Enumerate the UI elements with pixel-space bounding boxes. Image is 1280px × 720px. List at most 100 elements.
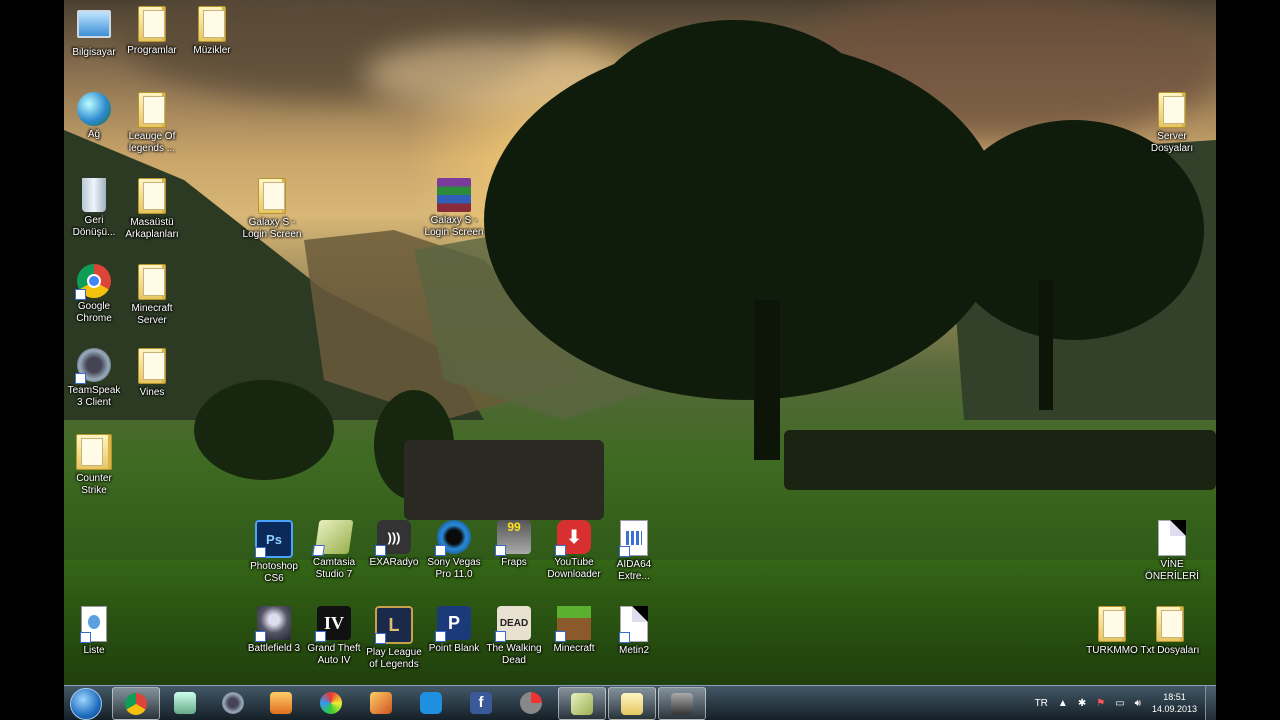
desktop-icon-bilgisayar[interactable]: Bilgisayar [64, 6, 124, 59]
clock-date: 14.09.2013 [1151, 704, 1197, 714]
desktop-icon-aida64[interactable]: AIDA64 Extre... [604, 520, 664, 583]
tray-app-icon[interactable]: ✱ [1078, 698, 1086, 709]
wallpaper-tree [584, 20, 884, 240]
teamspeak-icon [75, 348, 111, 384]
icon-label: Counter Strike [76, 473, 112, 496]
icon-label: EXARadyo [369, 557, 419, 568]
desktop-icon-counter-strike[interactable]: Counter Strike [64, 434, 124, 497]
system-tray: TR ▲ ✱ ⚑ ▭ 🔊︎ 18:51 14.09.2013 [1030, 686, 1216, 720]
app-icon [520, 691, 542, 714]
download-arrow-icon: ⬇ [555, 520, 591, 556]
sony-vegas-icon [435, 520, 471, 556]
desktop-icon-ag[interactable]: Ağ [64, 92, 124, 141]
recycle-bin-icon [82, 178, 106, 212]
desktop-icon-minecraft[interactable]: Minecraft [544, 606, 604, 655]
icon-label: Galaxy S - Login Screen [424, 215, 484, 238]
show-hidden-icons-arrow-icon[interactable]: ▲ [1058, 698, 1068, 709]
taskbar-app3-button[interactable] [658, 687, 706, 720]
teamspeak-icon [222, 691, 244, 714]
desktop-icon-liste[interactable]: Liste [64, 606, 124, 657]
battlefield-icon [255, 606, 291, 642]
desktop-icon-fraps[interactable]: 99 Fraps [484, 520, 544, 569]
taskbar-app2-button[interactable] [508, 687, 554, 718]
desktop-icon-walking-dead[interactable]: DEAD The Walking Dead [484, 606, 544, 667]
network-icon[interactable]: ▭ [1115, 698, 1124, 709]
minecraft-grass-block-icon [555, 606, 591, 642]
desktop-icon-recycle-bin[interactable]: Geri Dönüşü... [64, 178, 124, 239]
folder-icon [138, 264, 166, 300]
desktop-icon-muzikler[interactable]: Müzikler [182, 6, 242, 57]
folder-icon [1098, 606, 1126, 642]
app-icon [671, 692, 693, 715]
desktop-icon-play-league[interactable]: L Play League of Legends [364, 606, 424, 671]
camtasia-icon [571, 692, 593, 715]
icon-label: Fraps [501, 557, 527, 568]
camtasia-icon [314, 520, 354, 554]
show-desktop-button[interactable] [1205, 686, 1216, 720]
taskbar-camtasia-button[interactable] [558, 687, 606, 720]
taskbar-app-button[interactable] [358, 687, 404, 718]
icon-label: AIDA64 Extre... [616, 559, 652, 582]
wallpaper-trunk [754, 300, 780, 460]
taskbar-explorer-button[interactable] [608, 687, 656, 720]
desktop-icon-server-dosyalari[interactable]: Server Dosyaları [1142, 92, 1202, 155]
icon-label: YouTube Downloader [547, 557, 601, 580]
gta4-icon: IV [315, 606, 351, 642]
icon-label: Google Chrome [76, 301, 112, 324]
desktop-icon-camtasia[interactable]: Camtasia Studio 7 [304, 520, 364, 581]
icon-label: Metin2 [618, 645, 649, 656]
start-orb-button[interactable] [70, 688, 102, 720]
wallpaper-trunk [1039, 280, 1053, 410]
taskbar-teamspeak-button[interactable] [210, 687, 256, 718]
taskbar-paint-button[interactable] [308, 687, 354, 718]
volume-icon[interactable]: 🔊︎ [1135, 698, 1141, 709]
desktop-icon-sony-vegas[interactable]: Sony Vegas Pro 11.0 [424, 520, 484, 581]
desktop-icon-youtube-downloader[interactable]: ⬇ YouTube Downloader [544, 520, 604, 581]
taskbar-facebook-button[interactable]: f [458, 687, 504, 718]
icon-label: VİNE ÖNERİLERİ [1145, 559, 1199, 582]
desktop-icon-teamspeak[interactable]: TeamSpeak 3 Client [64, 348, 124, 409]
desktop-icon-exaradyo[interactable]: ))) EXARadyo [364, 520, 424, 569]
desktop-icon-vines[interactable]: Vines [122, 348, 182, 399]
desktop-icon-vine-onerileri[interactable]: VİNE ÖNERİLERİ [1142, 520, 1202, 583]
walking-dead-icon: DEAD [495, 606, 531, 642]
taskbar-teamviewer-button[interactable] [408, 687, 454, 718]
taskbar-chrome-button[interactable] [112, 687, 160, 720]
desktop-icon-league-folder[interactable]: Leauge Of legends ... [122, 92, 182, 155]
wallpaper-bush [194, 380, 334, 480]
clock[interactable]: 18:51 14.09.2013 [1152, 691, 1197, 715]
action-center-flag-icon[interactable]: ⚑ [1096, 698, 1105, 709]
icon-label: Minecraft Server [131, 303, 173, 326]
taskbar-media-player-button[interactable] [258, 687, 304, 718]
icon-label: Müzikler [193, 45, 231, 56]
icon-label: Leauge Of legends ... [128, 131, 176, 154]
icon-label: TeamSpeak 3 Client [67, 385, 121, 408]
desktop-icon-masaustu-arkaplanlari[interactable]: Masaüstü Arkaplanları [122, 178, 182, 241]
desktop-icon-galaxy-rar[interactable]: Galaxy S - Login Screen [424, 178, 484, 239]
desktop-icon-battlefield3[interactable]: Battlefield 3 [244, 606, 304, 655]
desktop-icon-minecraft-server[interactable]: Minecraft Server [122, 264, 182, 327]
language-indicator[interactable]: TR [1035, 698, 1048, 709]
desktop-icon-turkmmo[interactable]: TURKMMO [1082, 606, 1142, 657]
desktop-icon-programlar[interactable]: Programlar [122, 6, 182, 57]
icon-label: Camtasia Studio 7 [312, 557, 356, 580]
computer-icon [77, 10, 111, 38]
desktop-icon-txt-dosyalari[interactable]: Txt Dosyaları [1140, 606, 1200, 657]
icon-label: Galaxy S - Login Screen [242, 217, 302, 240]
icon-label: Vines [139, 387, 165, 398]
radio-wave-icon: ))) [375, 520, 411, 556]
icon-label: Server Dosyaları [1150, 131, 1194, 154]
icon-label: Masaüstü Arkaplanları [125, 217, 179, 240]
desktop-icon-gta4[interactable]: IV Grand Theft Auto IV [304, 606, 364, 667]
icon-label: Geri Dönüşü... [72, 215, 116, 238]
desktop-icon-photoshop[interactable]: Ps Photoshop CS6 [244, 520, 304, 585]
desktop-icon-google-chrome[interactable]: Google Chrome [64, 264, 124, 325]
icon-label: Bilgisayar [72, 47, 116, 58]
metin2-file-icon [619, 606, 648, 643]
desktop-icon-point-blank[interactable]: P Point Blank [424, 606, 484, 655]
taskbar-computer-button[interactable] [162, 687, 208, 718]
point-blank-icon: P [435, 606, 471, 642]
desktop-icon-galaxy-folder[interactable]: Galaxy S - Login Screen [242, 178, 302, 241]
folder-icon [138, 92, 166, 128]
desktop-icon-metin2[interactable]: Metin2 [604, 606, 664, 657]
